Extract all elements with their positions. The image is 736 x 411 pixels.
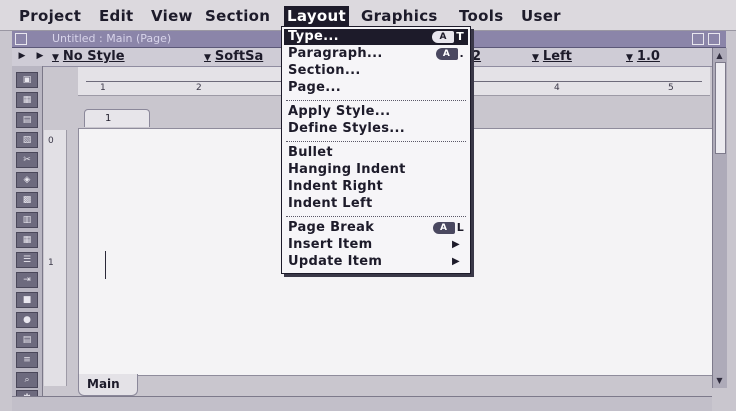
menu-view[interactable]: View (148, 6, 196, 26)
menu-item-hanging-indent[interactable]: Hanging Indent (284, 162, 468, 178)
fill-tool-icon[interactable]: ■ (16, 292, 38, 308)
submenu-arrow-icon: ▶ (452, 239, 460, 250)
font-value: SoftSa (214, 49, 264, 64)
menu-user[interactable]: User (518, 6, 564, 26)
font-popup[interactable]: ▼ SoftSa (204, 49, 263, 65)
menu-item-page[interactable]: Page... (284, 80, 468, 96)
menu-item-label: Update Item (288, 254, 383, 269)
align-popup[interactable]: ▼ Left (532, 49, 572, 65)
menu-graphics[interactable]: Graphics (358, 6, 441, 26)
menu-item-page-break[interactable]: Page Break AL (284, 220, 468, 236)
menu-separator (286, 141, 466, 142)
shortcut-label: AT (432, 30, 464, 44)
vruler-number: 1 (48, 258, 54, 268)
ruler-number: 2 (196, 83, 202, 93)
tool-palette: ▣ ▦ ▤ ▧ ✂ ◈ ▩ ▥ ▦ ☰ ⇥ ■ ● ▤ ≡ ⌕ ✱ (12, 66, 43, 406)
popup-marker-icon: ▼ (52, 53, 59, 63)
indent-tool-icon[interactable]: ⇥ (16, 272, 38, 288)
menu-edit[interactable]: Edit (96, 6, 137, 26)
scroll-down-icon[interactable]: ▼ (714, 375, 725, 386)
layers-tool-icon[interactable]: ▤ (16, 332, 38, 348)
spacing-popup[interactable]: ▼ 1.0 (626, 49, 660, 65)
popup-marker-icon: ▼ (532, 53, 539, 63)
scroll-thumb[interactable] (715, 62, 726, 154)
zoom-box-icon[interactable] (692, 33, 704, 45)
popup-marker-icon: ▼ (204, 53, 211, 63)
menu-item-bullet[interactable]: Bullet (284, 145, 468, 161)
status-bar (12, 396, 712, 411)
close-box-icon[interactable] (15, 33, 27, 45)
link-tool-icon[interactable]: ◈ (16, 172, 38, 188)
color-tool-icon[interactable]: ● (16, 312, 38, 328)
spacing-value: 1.0 (636, 49, 660, 64)
ruler-number: 5 (668, 83, 674, 93)
text-tool-icon[interactable]: ▣ (16, 72, 38, 88)
shortcut-key: . (459, 47, 464, 60)
frame-tool-icon[interactable]: ▦ (16, 92, 38, 108)
vertical-ruler[interactable]: 0 1 (44, 130, 67, 386)
triangle-right-icon[interactable]: ▶ (16, 50, 28, 63)
menu-section[interactable]: Section (202, 6, 273, 26)
ruler-number: 4 (554, 83, 560, 93)
menu-item-paragraph[interactable]: Paragraph... A. (284, 46, 468, 62)
page-tab[interactable]: 1 (84, 109, 150, 127)
popup-marker-icon: ▼ (626, 53, 633, 63)
shortcut-key: L (456, 221, 464, 234)
vertical-scrollbar[interactable]: ▲ ▼ (712, 48, 727, 388)
menu-item-label: Insert Item (288, 237, 373, 252)
menu-item-label: Paragraph... (288, 46, 383, 61)
ruler-number: 1 (100, 83, 106, 93)
menu-item-label: Type... (288, 29, 339, 44)
menu-item-apply-style[interactable]: Apply Style... (284, 104, 468, 120)
command-key-icon: A (432, 31, 455, 43)
window-title: Untitled : Main (Page) (52, 32, 172, 45)
menu-layout[interactable]: Layout (284, 6, 349, 26)
text-cursor (105, 251, 106, 279)
align-value: Left (542, 49, 572, 64)
menu-item-type[interactable]: Type... AT (284, 29, 468, 45)
size-field[interactable]: 2 (472, 49, 481, 65)
submenu-arrow-icon: ▶ (452, 256, 460, 267)
style-popup[interactable]: ▼ No Style (52, 49, 125, 65)
menu-item-indent-left[interactable]: Indent Left (284, 196, 468, 212)
print-tool-icon[interactable]: ▤ (16, 112, 38, 128)
menu-item-section[interactable]: Section... (284, 63, 468, 79)
style-value: No Style (62, 49, 125, 64)
collapse-box-icon[interactable] (708, 33, 720, 45)
grid-tool-icon[interactable]: ▥ (16, 212, 38, 228)
picture-tool-icon[interactable]: ▩ (16, 192, 38, 208)
table-tool-icon[interactable]: ▦ (16, 232, 38, 248)
menu-item-label: Page Break (288, 220, 375, 235)
size-value: 2 (472, 49, 482, 64)
menu-item-define-styles[interactable]: Define Styles... (284, 121, 468, 137)
vruler-number: 0 (48, 136, 54, 146)
section-tab-main[interactable]: Main (78, 374, 138, 396)
zoom-tool-icon[interactable]: ⌕ (16, 372, 38, 388)
command-key-icon: A (435, 48, 458, 60)
cut-tool-icon[interactable]: ✂ (16, 152, 38, 168)
menu-project[interactable]: Project (16, 6, 84, 26)
shortcut-label: A. (435, 47, 464, 61)
command-key-icon: A (432, 222, 455, 234)
align-tool-icon[interactable]: ☰ (16, 252, 38, 268)
shortcut-key: T (456, 30, 464, 43)
scroll-up-icon[interactable]: ▲ (714, 50, 725, 61)
menu-separator (286, 216, 466, 217)
triangle-right-icon[interactable]: ▶ (34, 50, 46, 63)
shortcut-label: AL (432, 221, 464, 235)
menu-item-update-item[interactable]: Update Item ▶ (284, 254, 468, 270)
menu-item-indent-right[interactable]: Indent Right (284, 179, 468, 195)
menu-separator (286, 100, 466, 101)
menu-item-insert-item[interactable]: Insert Item ▶ (284, 237, 468, 253)
layout-menu-dropdown: Type... AT Paragraph... A. Section... Pa… (281, 26, 471, 274)
menu-tools[interactable]: Tools (456, 6, 506, 26)
page-tool-icon[interactable]: ▧ (16, 132, 38, 148)
list-tool-icon[interactable]: ≡ (16, 352, 38, 368)
